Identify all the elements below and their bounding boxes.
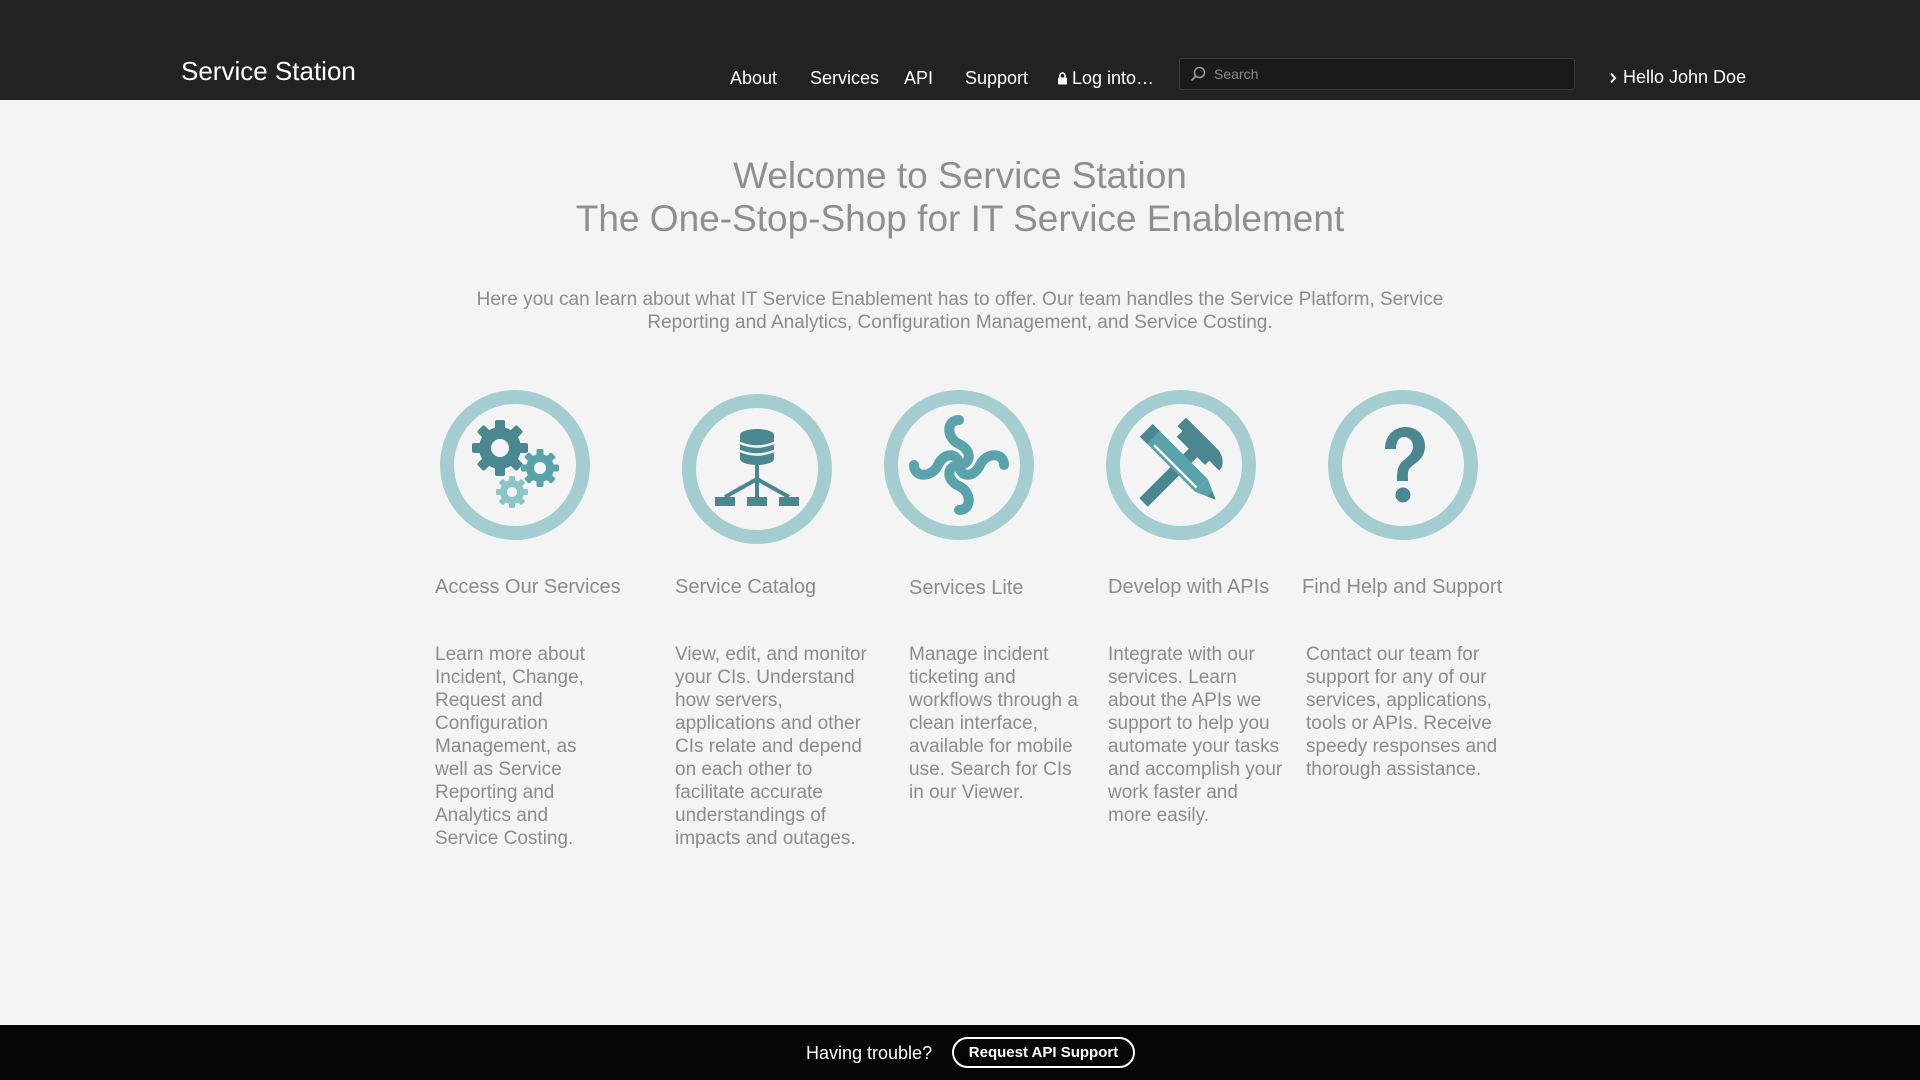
request-api-support-button[interactable]: Request API Support: [952, 1037, 1135, 1068]
services-lite-title[interactable]: Services Lite: [909, 577, 1024, 600]
chevron-right-icon: [1610, 72, 1617, 83]
hero-title-line1: Welcome to Service Station: [733, 155, 1187, 196]
hero-title: Welcome to Service Station The One-Stop-…: [0, 154, 1920, 240]
footer-trouble-text: Having trouble?: [806, 1043, 933, 1063]
service-catalog-card-icon[interactable]: [682, 394, 832, 544]
search-input[interactable]: [1214, 66, 1554, 82]
nav-support-link[interactable]: Support: [965, 68, 1028, 89]
database-hierarchy-icon: [715, 429, 799, 506]
nav-services-link[interactable]: Services: [810, 68, 879, 89]
service-catalog-description: View, edit, and monitor your CIs. Unders…: [675, 644, 867, 849]
nav-about-link[interactable]: About: [730, 68, 777, 89]
nav-login-link[interactable]: Log into…: [1057, 68, 1154, 89]
user-greeting: Hello John Doe: [1623, 67, 1747, 87]
lock-icon: [1058, 72, 1067, 85]
footer-bar: Having trouble? Request API Support: [0, 1025, 1920, 1080]
access-services-title[interactable]: Access Our Services: [435, 576, 621, 599]
brand-logo-link[interactable]: Service Station: [181, 56, 356, 87]
question-mark-icon: [1385, 427, 1425, 503]
access-services-description: Learn more about Incident, Change, Reque…: [435, 644, 585, 849]
hammer-pencil-icon: [1139, 417, 1223, 507]
nav-login-label: Log into…: [1072, 68, 1155, 88]
gears-icon: [472, 420, 559, 508]
help-support-title[interactable]: Find Help and Support: [1302, 576, 1502, 599]
hero-description: Here you can learn about what IT Service…: [476, 289, 1444, 333]
services-lite-description: Manage incident ticketing and workflows …: [909, 644, 1078, 803]
flow-cross-icon: [909, 415, 1009, 515]
service-catalog-title[interactable]: Service Catalog: [675, 576, 816, 599]
user-menu-link[interactable]: Hello John Doe: [1609, 67, 1746, 88]
help-support-description: Contact our team for support for any of …: [1306, 644, 1498, 780]
help-support-card-icon[interactable]: [1328, 390, 1478, 540]
nav-api-link[interactable]: API: [904, 68, 933, 89]
develop-apis-description: Integrate with our services. Learn about…: [1108, 644, 1283, 826]
access-services-card-icon[interactable]: [440, 390, 590, 540]
services-lite-card-icon[interactable]: [884, 390, 1034, 540]
top-navigation-bar: Service Station About Services API Suppo…: [0, 0, 1920, 100]
develop-apis-title[interactable]: Develop with APIs: [1108, 576, 1269, 599]
search-icon: [1190, 66, 1206, 82]
develop-apis-card-icon[interactable]: [1106, 390, 1256, 540]
search-box: [1179, 58, 1575, 90]
hero-title-line2: The One-Stop-Shop for IT Service Enablem…: [575, 198, 1345, 239]
